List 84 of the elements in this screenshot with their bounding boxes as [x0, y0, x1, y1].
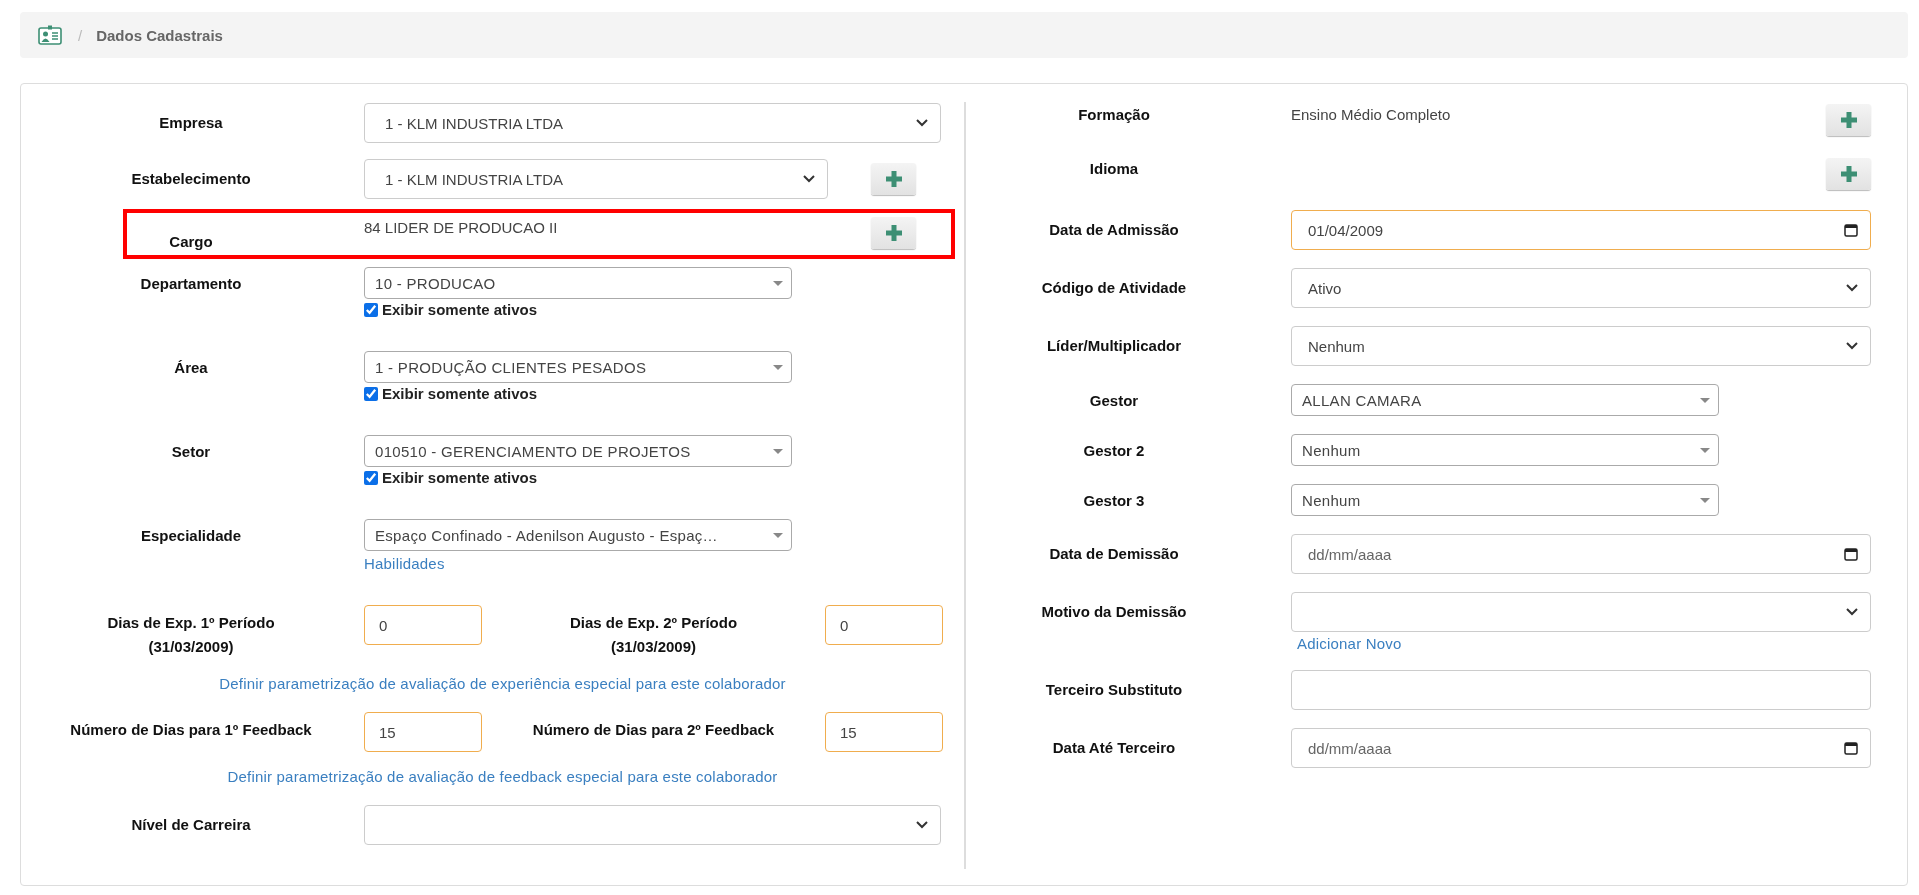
- number-field[interactable]: 0: [825, 605, 943, 645]
- combo-box[interactable]: ALLAN CAMARA: [1291, 384, 1719, 416]
- field-label: Dias de Exp. 2º Período (31/03/2009): [568, 613, 739, 657]
- add-button[interactable]: [871, 163, 916, 195]
- field-label: Número de Dias para 1º Feedback: [69, 720, 313, 740]
- combo-box[interactable]: Nenhum: [1291, 484, 1719, 516]
- field-label: Empresa: [158, 113, 224, 133]
- calendar-icon: [1844, 223, 1858, 237]
- breadcrumb-item[interactable]: Dados Cadastrais: [96, 26, 223, 44]
- chevron-down-icon: [916, 119, 928, 127]
- checkbox[interactable]: [364, 302, 378, 317]
- checkbox-label: Exibir somente ativos: [382, 385, 538, 402]
- field-label: Gestor 2: [1082, 441, 1146, 461]
- caret-down-icon: [773, 448, 783, 454]
- checkbox-label: Exibir somente ativos: [382, 301, 538, 318]
- combo-box[interactable]: Nenhum: [1291, 434, 1719, 466]
- caret-down-icon: [773, 280, 783, 286]
- field-label: Gestor 3: [1082, 491, 1146, 511]
- add-button[interactable]: [1826, 158, 1871, 190]
- combo-box[interactable]: Espaço Confinado - Adenilson Augusto - Espaç…: [364, 519, 792, 551]
- field-label: Motivo da Demissão: [1040, 602, 1188, 622]
- field-label: Data de Admissão: [1048, 220, 1180, 240]
- field-label: Data de Demissão: [1048, 544, 1180, 564]
- plus-icon: [885, 225, 902, 241]
- select-field[interactable]: [1291, 592, 1871, 632]
- combo-box[interactable]: 1 - PRODUÇÃO CLIENTES PESADOS: [364, 351, 792, 383]
- checkbox[interactable]: [364, 470, 378, 485]
- date-field[interactable]: dd/mm/aaaa: [1291, 728, 1871, 768]
- field-label: Gestor: [1088, 391, 1140, 411]
- field-value: Ensino Médio Completo: [1291, 105, 1452, 125]
- field-label: Nível de Carreira: [130, 815, 252, 835]
- number-field[interactable]: 15: [825, 712, 943, 752]
- plus-icon: [885, 171, 902, 187]
- field-label: Especialidade: [139, 526, 243, 546]
- select-field[interactable]: Nenhum: [1291, 326, 1871, 366]
- select-field[interactable]: 1 - KLM INDUSTRIA LTDA: [364, 103, 941, 143]
- field-label: Área: [173, 358, 209, 378]
- caret-down-icon: [1700, 397, 1710, 403]
- chevron-down-icon: [1846, 342, 1858, 350]
- caret-down-icon: [1700, 497, 1710, 503]
- number-field[interactable]: 15: [364, 712, 482, 752]
- date-field[interactable]: dd/mm/aaaa: [1291, 534, 1871, 574]
- calendar-icon: [1844, 547, 1858, 561]
- calendar-icon: [1844, 741, 1858, 755]
- date-field[interactable]: 01/04/2009: [1291, 210, 1871, 250]
- field-label: Terceiro Substituto: [1044, 680, 1184, 700]
- field-label: Número de Dias para 2º Feedback: [531, 720, 776, 740]
- field-label: Dias de Exp. 1º Período (31/03/2009): [106, 613, 276, 657]
- field-label: Estabelecimento: [130, 169, 252, 189]
- checkbox[interactable]: [364, 386, 378, 401]
- breadcrumb-separator: /: [78, 26, 83, 44]
- field-value: 84 LIDER DE PRODUCAO II: [364, 218, 559, 238]
- chevron-down-icon: [1846, 608, 1858, 616]
- field-label: Data Até Terceiro: [1051, 738, 1177, 758]
- link[interactable]: Definir parametrização de avaliação de experiência especial para este colaborador: [219, 675, 786, 692]
- checkbox-label: Exibir somente ativos: [382, 469, 538, 486]
- input-field[interactable]: [1291, 670, 1871, 710]
- chevron-down-icon: [803, 175, 815, 183]
- caret-down-icon: [1700, 447, 1710, 453]
- combo-box[interactable]: 010510 - GERENCIAMENTO DE PROJETOS: [364, 435, 792, 467]
- number-field[interactable]: 0: [364, 605, 482, 645]
- select-field[interactable]: 1 - KLM INDUSTRIA LTDA: [364, 159, 828, 199]
- field-label: Formação: [1077, 105, 1151, 125]
- combo-box[interactable]: 10 - PRODUCAO: [364, 267, 792, 299]
- chevron-down-icon: [1846, 284, 1858, 292]
- field-label: Líder/Multiplicador: [1045, 336, 1183, 356]
- plus-icon: [1840, 166, 1857, 182]
- plus-icon: [1840, 112, 1857, 128]
- add-button[interactable]: [1826, 104, 1871, 136]
- field-label: Departamento: [139, 274, 243, 294]
- field-label: Setor: [170, 442, 212, 462]
- link[interactable]: Adicionar Novo: [1297, 635, 1402, 652]
- chevron-down-icon: [916, 821, 928, 829]
- field-label: Idioma: [1088, 159, 1140, 179]
- link[interactable]: Definir parametrização de avaliação de feedback especial para este colaborador: [227, 768, 778, 785]
- id-card-icon[interactable]: [38, 25, 62, 45]
- add-button[interactable]: [871, 217, 916, 249]
- field-label: Código de Atividade: [1040, 278, 1188, 298]
- select-field[interactable]: Ativo: [1291, 268, 1871, 308]
- select-field[interactable]: [364, 805, 941, 845]
- field-label: Cargo: [168, 232, 214, 252]
- link[interactable]: Habilidades: [364, 555, 445, 572]
- caret-down-icon: [773, 532, 783, 538]
- caret-down-icon: [773, 364, 783, 370]
